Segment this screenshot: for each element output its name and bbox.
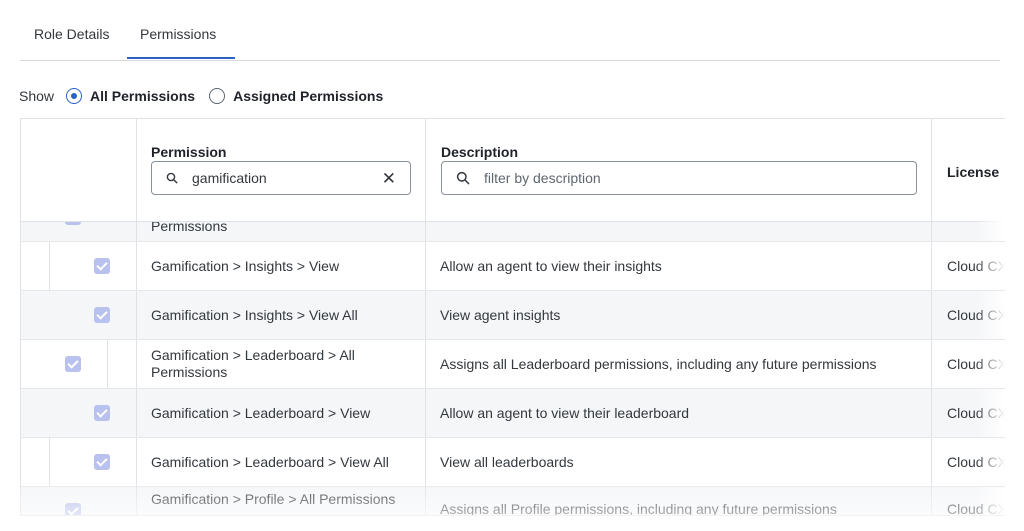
- column-divider: [425, 487, 426, 515]
- assigned-permissions-label[interactable]: Assigned Permissions: [233, 88, 383, 104]
- column-divider: [425, 389, 426, 437]
- permission-description: View agent insights: [440, 307, 561, 323]
- table-row[interactable]: Gamification > Insights > View All View …: [21, 291, 1005, 340]
- license-overflow-fade: [975, 242, 1005, 290]
- license-overflow-fade: [975, 291, 1005, 339]
- tree-indent-line: [107, 340, 108, 388]
- permission-name: Gamification > Profile > All Permissions: [151, 491, 396, 507]
- column-divider: [136, 389, 137, 437]
- column-divider: [136, 242, 137, 290]
- permission-description: Assigns all Profile permissions, includi…: [440, 501, 837, 516]
- row-checkbox[interactable]: [94, 307, 110, 323]
- column-divider: [425, 242, 426, 290]
- table-row[interactable]: Gamification > Leaderboard > View Allow …: [21, 389, 1005, 438]
- row-checkbox[interactable]: [65, 503, 81, 515]
- all-permissions-radio[interactable]: [66, 88, 83, 104]
- permission-name: Gamification > Leaderboard > View: [151, 404, 371, 421]
- column-divider: [136, 291, 137, 339]
- description-filter-field[interactable]: [441, 161, 917, 195]
- column-divider: [425, 340, 426, 388]
- column-divider: [136, 119, 137, 221]
- close-icon[interactable]: ✕: [382, 170, 396, 187]
- table-row[interactable]: Gamification > Leaderboard > View All Vi…: [21, 438, 1005, 487]
- column-divider: [425, 119, 426, 221]
- assigned-permissions-radio[interactable]: [209, 88, 226, 104]
- active-tab-indicator: [127, 57, 235, 59]
- permission-name: Gamification > Insights > View All: [151, 306, 358, 323]
- row-checkbox[interactable]: [94, 258, 110, 274]
- permission-column-header[interactable]: Permission: [151, 144, 226, 160]
- permission-filter-input[interactable]: [192, 170, 362, 186]
- table-row[interactable]: Gamification > Profile > All Permissions…: [21, 487, 1005, 516]
- row-checkbox[interactable]: [65, 356, 81, 372]
- tab-permissions[interactable]: Permissions: [140, 26, 216, 42]
- permission-name: Gamification > Insights > View: [151, 257, 340, 274]
- row-checkbox[interactable]: [94, 405, 110, 421]
- license-overflow-fade: [975, 340, 1005, 388]
- permissions-table: Permission ✕ Description License Permiss…: [20, 118, 1005, 516]
- search-icon: [166, 172, 178, 184]
- permission-description: Allow an agent to view their insights: [440, 258, 662, 274]
- license-overflow-fade: [975, 487, 1005, 515]
- tab-role-details[interactable]: Role Details: [34, 26, 109, 42]
- column-divider: [136, 340, 137, 388]
- description-column-header[interactable]: Description: [441, 144, 518, 160]
- search-icon: [456, 171, 470, 185]
- row-checkbox[interactable]: [94, 454, 110, 470]
- all-permissions-label[interactable]: All Permissions: [90, 88, 195, 104]
- tree-indent-line: [49, 242, 50, 290]
- license-overflow-fade: [975, 438, 1005, 486]
- tree-indent-line: [49, 438, 50, 486]
- description-filter-input[interactable]: [484, 170, 884, 186]
- permission-name: Gamification > Leaderboard > View All: [151, 453, 389, 470]
- license-column-header[interactable]: License: [947, 164, 999, 180]
- tab-bar: Role Details Permissions: [20, 26, 1000, 61]
- column-divider: [136, 438, 137, 486]
- show-label: Show: [19, 88, 55, 104]
- column-divider: [425, 438, 426, 486]
- column-divider: [136, 487, 137, 515]
- table-row[interactable]: Gamification > Insights > View Allow an …: [21, 242, 1005, 291]
- permission-description: View all leaderboards: [440, 454, 574, 470]
- table-header: Permission ✕ Description License: [21, 119, 1005, 222]
- permission-description: Allow an agent to view their leaderboard: [440, 405, 690, 421]
- column-divider: [425, 291, 426, 339]
- table-row[interactable]: Gamification > Leaderboard > All Permiss…: [21, 340, 1005, 389]
- table-body: Permissions Assigns all Insights permiss…: [21, 187, 1005, 516]
- permission-filter-field[interactable]: ✕: [151, 161, 411, 195]
- permission-description: Assigns all Leaderboard permissions, inc…: [440, 356, 877, 372]
- license-overflow-fade: [975, 193, 1005, 241]
- permission-name: Gamification > Leaderboard > All Permiss…: [151, 347, 355, 380]
- show-filter: Show All Permissions Assigned Permission…: [19, 86, 397, 106]
- column-divider: [931, 119, 932, 221]
- license-overflow-fade: [975, 389, 1005, 437]
